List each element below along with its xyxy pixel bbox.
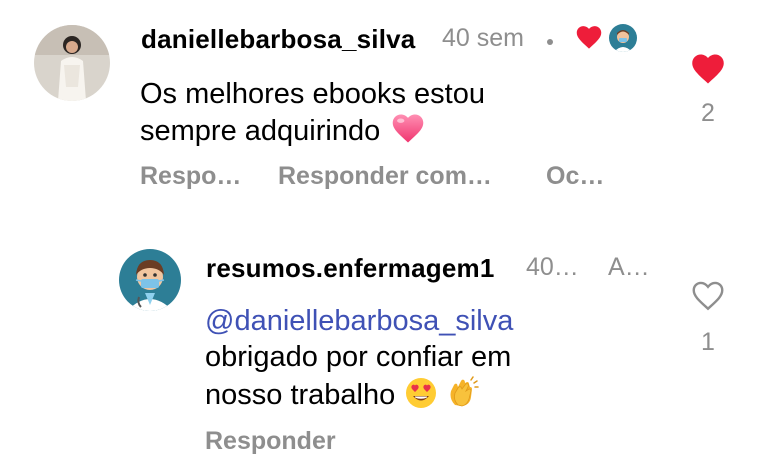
comment-timestamp: 40 sem	[442, 24, 524, 52]
reply-text-line-2: nosso trabalho	[205, 375, 513, 418]
avatar[interactable]	[34, 25, 110, 101]
comment-text-line-1: Os melhores ebooks estou	[140, 78, 485, 110]
reply-timestamp: 40…	[526, 253, 579, 281]
comment-text-line-2: sempre adquirindo	[140, 112, 485, 153]
like-count: 2	[701, 99, 715, 127]
reply-reply-button[interactable]: Responder	[205, 427, 336, 456]
comment-username[interactable]: daniellebarbosa_silva	[141, 24, 415, 55]
heart-emoji	[390, 112, 426, 153]
author-liked-heart-icon	[575, 24, 603, 55]
reply-text: @daniellebarbosa_silva obrigado por conf…	[205, 303, 513, 418]
author-mini-avatar	[609, 24, 637, 52]
reply-avatar[interactable]	[119, 249, 181, 311]
comment-text-line-2-text: sempre adquirindo	[140, 115, 381, 147]
reply-like-count: 1	[701, 328, 715, 356]
reply-with-button[interactable]: Responder com…	[278, 162, 492, 191]
heart-eyes-emoji	[405, 377, 437, 418]
clapping-hands-emoji	[445, 375, 480, 418]
reply-text-line-2-text: nosso trabalho	[205, 379, 396, 411]
reply-button[interactable]: Respo…	[140, 162, 241, 191]
reply-username[interactable]: resumos.enfermagem1	[206, 253, 494, 284]
reply-author-label: A…	[608, 253, 650, 281]
hide-button[interactable]: Oc…	[546, 162, 604, 191]
like-heart-outline-icon[interactable]	[690, 279, 726, 317]
reply-text-line-1: obrigado por confiar em	[205, 341, 512, 373]
like-heart-icon[interactable]	[690, 52, 726, 90]
separator-dot	[547, 39, 553, 45]
mention-link[interactable]: @daniellebarbosa_silva	[205, 303, 513, 339]
comment-text: Os melhores ebooks estou sempre adquirin…	[140, 76, 485, 153]
